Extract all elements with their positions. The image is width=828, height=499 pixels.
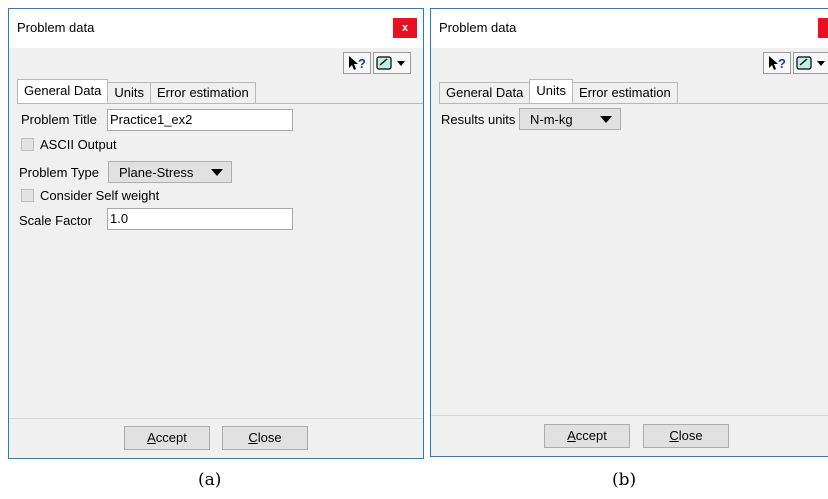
context-help-button[interactable]: ? xyxy=(763,52,791,74)
results-units-select[interactable]: N-m-kg xyxy=(519,108,621,130)
footer-divider xyxy=(431,415,828,416)
scale-factor-input[interactable]: 1.0 xyxy=(107,208,293,230)
problem-data-dialog-a: Problem data x ? General Data Units Erro… xyxy=(8,8,424,459)
problem-title-input[interactable]: Practice1_ex2 xyxy=(107,109,293,131)
toolbar: ? xyxy=(9,48,423,78)
svg-text:?: ? xyxy=(778,56,786,71)
notes-dropdown-button[interactable] xyxy=(373,52,411,74)
accept-mnemonic: A xyxy=(567,428,576,443)
tab-strip: General Data Units Error estimation xyxy=(439,79,678,103)
results-units-label: Results units xyxy=(441,112,516,127)
caption-a: (a) xyxy=(198,470,222,490)
self-weight-label: Consider Self weight xyxy=(40,188,160,203)
accept-label: ccept xyxy=(155,430,187,445)
accept-button[interactable]: Accept xyxy=(124,426,210,450)
problem-type-select[interactable]: Plane-Stress xyxy=(108,161,232,183)
results-units-value: N-m-kg xyxy=(530,111,573,127)
close-label: lose xyxy=(257,430,282,445)
tab-error-estimation[interactable]: Error estimation xyxy=(571,82,678,103)
close-mnemonic: C xyxy=(248,430,258,445)
accept-mnemonic: A xyxy=(147,430,156,445)
tab-general-data[interactable]: General Data xyxy=(439,82,531,103)
ascii-output-checkbox[interactable] xyxy=(21,138,34,151)
self-weight-checkbox[interactable] xyxy=(21,189,34,202)
close-window-button[interactable]: x xyxy=(393,18,417,38)
tab-units[interactable]: Units xyxy=(529,79,573,103)
problem-type-value: Plane-Stress xyxy=(119,164,194,180)
context-help-button[interactable]: ? xyxy=(343,52,371,74)
chevron-down-icon xyxy=(600,116,612,123)
close-button[interactable]: Close xyxy=(643,424,729,448)
caption-b: (b) xyxy=(612,470,637,490)
notes-dropdown-button[interactable] xyxy=(793,52,828,74)
tab-divider xyxy=(17,103,423,104)
accept-button[interactable]: Accept xyxy=(544,424,630,448)
close-window-button[interactable] xyxy=(818,18,828,38)
context-help-icon: ? xyxy=(349,56,366,71)
problem-title-label: Problem Title xyxy=(21,112,97,127)
context-help-icon: ? xyxy=(769,56,786,71)
footer-divider xyxy=(9,418,423,419)
scale-factor-label: Scale Factor xyxy=(19,213,92,228)
tab-error-estimation[interactable]: Error estimation xyxy=(149,82,256,103)
tab-general-data[interactable]: General Data xyxy=(17,79,109,103)
close-label: lose xyxy=(678,428,703,443)
close-button[interactable]: Close xyxy=(222,426,308,450)
close-mnemonic: C xyxy=(669,428,679,443)
notes-icon xyxy=(376,56,405,70)
problem-data-dialog-b: Problem data ? General Data Units Error … xyxy=(430,8,828,457)
ascii-output-row[interactable]: ASCII Output xyxy=(21,137,117,152)
tab-divider xyxy=(439,103,828,104)
tab-units[interactable]: Units xyxy=(107,82,151,103)
tab-strip: General Data Units Error estimation xyxy=(17,79,256,103)
title-bar: Problem data xyxy=(431,9,828,48)
chevron-down-icon xyxy=(211,169,223,176)
problem-type-label: Problem Type xyxy=(19,165,99,180)
dialog-title: Problem data xyxy=(17,20,95,35)
ascii-output-label: ASCII Output xyxy=(40,137,117,152)
accept-label: ccept xyxy=(575,428,607,443)
toolbar: ? xyxy=(431,48,828,78)
notes-icon xyxy=(796,56,825,70)
title-bar: Problem data x xyxy=(9,9,423,48)
self-weight-row[interactable]: Consider Self weight xyxy=(21,188,159,203)
svg-text:?: ? xyxy=(358,56,366,71)
dialog-title: Problem data xyxy=(439,20,517,35)
